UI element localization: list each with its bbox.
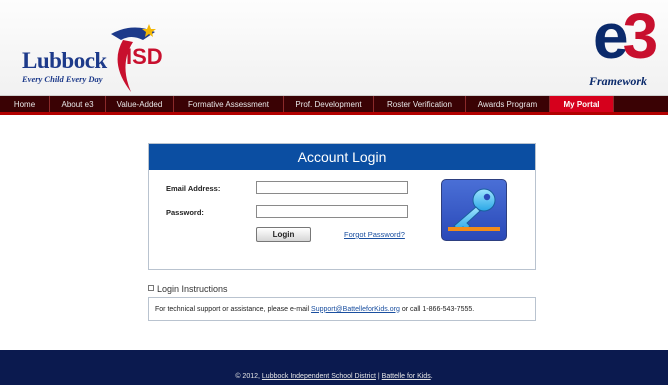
key-accent-bar [448, 227, 500, 231]
footer-separator: | [377, 373, 380, 380]
key-graphic [453, 188, 496, 232]
footer-battelle-link[interactable]: Battelle for Kids [382, 373, 431, 380]
password-field[interactable] [256, 205, 408, 218]
isd-wordmark: ISD [126, 44, 163, 69]
nav-awards-program[interactable]: Awards Program [466, 96, 550, 112]
nav-my-portal[interactable]: My Portal [550, 96, 614, 112]
site-footer: © 2012, Lubbock Independent School Distr… [0, 350, 668, 385]
login-instructions-toggle[interactable]: Login Instructions [148, 284, 228, 294]
email-field[interactable] [256, 181, 408, 194]
nav-about-e3[interactable]: About e3 [50, 96, 106, 112]
site-header: Lubbock ISD Every Child Every Day e3 Fra… [0, 0, 668, 96]
lisd-tagline: Every Child Every Day [22, 74, 103, 84]
footer-period: . [430, 373, 433, 380]
support-email-link[interactable]: Support@BattelleforKids.org [311, 306, 400, 313]
main-nav: Home About e3 Value-Added Formative Asse… [0, 96, 668, 115]
expand-icon [148, 285, 154, 291]
footer-district-link[interactable]: Lubbock Independent School District [262, 373, 376, 380]
footer-copyright: © 2012, [235, 373, 260, 380]
support-text-after: or call 1-866-543-7555. [401, 305, 475, 313]
nav-prof-development[interactable]: Prof. Development [284, 96, 374, 112]
nav-roster-verification[interactable]: Roster Verification [374, 96, 466, 112]
forgot-password-link[interactable]: Forgot Password? [344, 230, 405, 239]
login-title: Account Login [149, 144, 535, 170]
nav-home[interactable]: Home [0, 96, 50, 112]
support-text-before: For technical support or assistance, ple… [155, 305, 310, 313]
framework-label: Framework [589, 74, 648, 88]
account-login-panel: Account Login Email Address: Password: L… [148, 143, 536, 270]
support-info-box: For technical support or assistance, ple… [148, 297, 536, 321]
key-icon [441, 179, 507, 241]
e3-framework-logo[interactable]: e3 Framework [585, 4, 665, 94]
lubbock-wordmark: Lubbock [22, 48, 107, 73]
lubbock-isd-logo[interactable]: Lubbock ISD Every Child Every Day [8, 12, 178, 92]
nav-value-added[interactable]: Value-Added [106, 96, 174, 112]
password-label: Password: [166, 208, 204, 217]
e3-mark: e3 [593, 0, 658, 72]
login-instructions-heading: Login Instructions [157, 284, 228, 294]
nav-formative-assessment[interactable]: Formative Assessment [174, 96, 284, 112]
login-button[interactable]: Login [256, 227, 311, 242]
email-label: Email Address: [166, 184, 221, 193]
